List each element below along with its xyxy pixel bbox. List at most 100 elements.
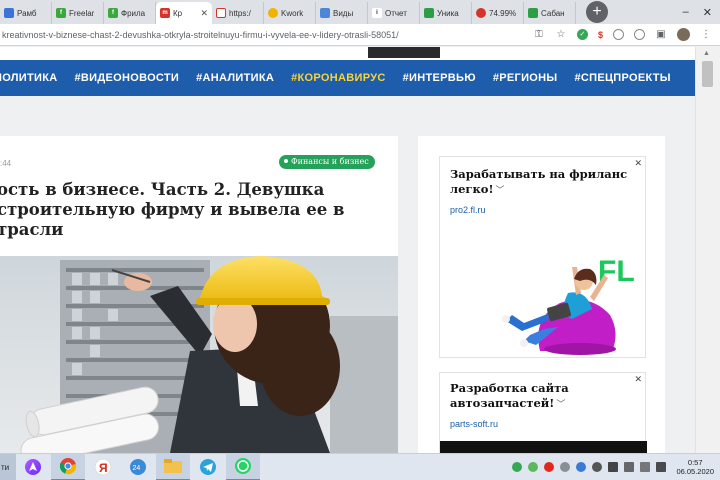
green-check-tray-icon[interactable] [512,462,523,472]
tab-percent[interactable]: 74.99% [472,2,524,24]
clock24-icon: 24 [130,459,146,475]
ad-title[interactable]: Разработка сайта автозапчастей! ﹀ [450,381,630,412]
nav-interview[interactable]: #ИНТЕРВЬЮ [403,72,476,84]
tab-unique[interactable]: Уника [420,2,472,24]
new-tab-button[interactable]: + [586,1,608,23]
scroll-thumb[interactable] [702,61,713,87]
info-favicon-icon: i [372,8,382,18]
extension-check-icon[interactable]: ✓ [576,29,588,40]
rambler-favicon-icon [4,8,14,18]
keyboard-tray-icon[interactable] [640,462,651,472]
badge-dot-icon [284,159,288,163]
site-favicon-icon: m [160,8,170,18]
chrome-icon [59,458,77,475]
ad-autoparts[interactable]: ✕ Разработка сайта автозапчастей! ﹀ parts… [439,372,647,454]
freelance-favicon-icon: f [56,8,66,18]
volume-tray-icon[interactable] [624,462,635,472]
extension-circle-icon[interactable] [613,29,624,40]
system-tray: 0:57 06.05.2020 [512,458,720,476]
tab-report[interactable]: i Отчет [368,2,420,24]
disk24-app[interactable]: 24 [121,454,155,480]
tab-close-icon[interactable]: ✕ [200,8,208,19]
site-header-strip [0,47,695,60]
tab-freelance[interactable]: f Freelar [52,2,104,24]
settings-tray-icon[interactable] [560,462,571,472]
windows-taskbar: ти Я 24 0:57 06.05.2020 [0,453,720,480]
tab-saban[interactable]: Сабан [524,2,576,24]
page-scrollbar[interactable]: ▲ [695,47,720,453]
ad-link[interactable]: parts-soft.ru [450,419,498,429]
svg-text:Я: Я [99,461,108,475]
extension-square-icon[interactable]: ▣ [655,29,667,41]
yandex-tray-icon[interactable] [544,462,555,472]
tab-freelance-ru[interactable]: f Фрила [104,2,156,24]
yandex-icon: Я [94,458,112,476]
close-window-icon[interactable]: ✕ [703,6,712,19]
ad-title[interactable]: Зарабатывать на фриланс легко! ﹀ [450,167,630,198]
system-clock[interactable]: 0:57 06.05.2020 [672,458,714,476]
nav-analytics[interactable]: #АНАЛИТИКА [196,72,274,84]
red-circle-favicon-icon [476,8,486,18]
green-tray-icon[interactable] [528,462,539,472]
sheet-favicon-icon [424,8,434,18]
telegram-app[interactable] [191,454,225,480]
yandex-browser-app[interactable]: Я [86,454,120,480]
chrome-app[interactable] [51,453,85,480]
url-field[interactable]: kreativnost-v-biznese-chast-2-devushka-o… [0,30,533,40]
profile-avatar[interactable] [677,28,690,41]
star-icon[interactable]: ☆ [555,29,567,41]
article-photo [0,256,398,453]
minimize-icon[interactable]: – [683,6,689,18]
window-controls: – ✕ [683,0,720,24]
nav-coronavirus[interactable]: #КОРОНАВИРУС [291,72,385,84]
nav-regions[interactable]: #РЕГИОНЫ [493,72,558,84]
nav-videonews[interactable]: #ВИДЕОНОВОСТИ [75,72,180,84]
svg-text:24: 24 [133,465,141,472]
extension-s-icon[interactable]: $ [598,30,603,40]
ad-image: FL [440,223,647,359]
sidebar-ads: ✕ Зарабатывать на фриланс легко! ﹀ pro2.f… [418,136,665,454]
key-icon[interactable]: ⚿ [533,29,545,41]
ad-link[interactable]: pro2.fl.ru [450,205,486,215]
folder-icon [164,459,182,473]
mail-favicon-icon [216,8,226,18]
ad-freelance[interactable]: ✕ Зарабатывать на фриланс легко! ﹀ pro2.f… [439,156,646,358]
network-tray-icon[interactable] [608,462,619,472]
kwork-favicon-icon [268,8,278,18]
chevron-down-icon: ﹀ [556,399,566,409]
freelancer-girl-illustration: FL [502,255,635,355]
doc-favicon-icon [320,8,330,18]
explorer-app[interactable] [156,453,190,480]
bluetooth-tray-icon[interactable] [592,462,603,472]
freelance-favicon-icon: f [108,8,118,18]
alice-app[interactable] [16,454,50,480]
site-nav: ПОЛИТИКА #ВИДЕОНОВОСТИ #АНАЛИТИКА #КОРОН… [0,60,695,96]
nav-politics[interactable]: ПОЛИТИКА [0,72,58,84]
article-date: :44 [0,159,12,168]
article-title: ость в бизнесе. Часть 2. Девушка строите… [0,180,345,239]
telegram-icon [200,459,216,475]
tab-https[interactable]: https:/ [212,2,264,24]
shield-tray-icon[interactable] [576,462,587,472]
whatsapp-icon [235,458,251,474]
whatsapp-app[interactable] [226,453,260,480]
extension-a-icon[interactable] [634,29,645,40]
tab-active-article[interactable]: m Кр ✕ [156,2,212,24]
scroll-up-icon[interactable]: ▲ [703,50,710,57]
alice-icon [25,459,41,475]
close-ad-icon[interactable]: ✕ [634,158,642,169]
flag-tray-icon[interactable] [656,462,667,472]
nav-specprojects[interactable]: #СПЕЦПРОЕКТЫ [574,72,670,84]
start-area[interactable]: ти [0,453,16,480]
close-ad-icon[interactable]: ✕ [634,374,642,385]
menu-dots-icon[interactable]: ⋮ [700,29,712,41]
browser-window: Рамб f Freelar f Фрила m Кр ✕ https:/ Kwork … [0,0,720,480]
tab-rambler[interactable]: Рамб [0,2,52,24]
chevron-down-icon: ﹀ [495,185,505,195]
category-badge[interactable]: Финансы и бизнес [279,155,375,169]
engineer-woman-photo [0,256,398,453]
tab-vidy[interactable]: Виды [316,2,368,24]
tab-kwork[interactable]: Kwork [264,2,316,24]
sheet-favicon-icon [528,8,538,18]
top-banner-ad[interactable] [368,47,440,58]
